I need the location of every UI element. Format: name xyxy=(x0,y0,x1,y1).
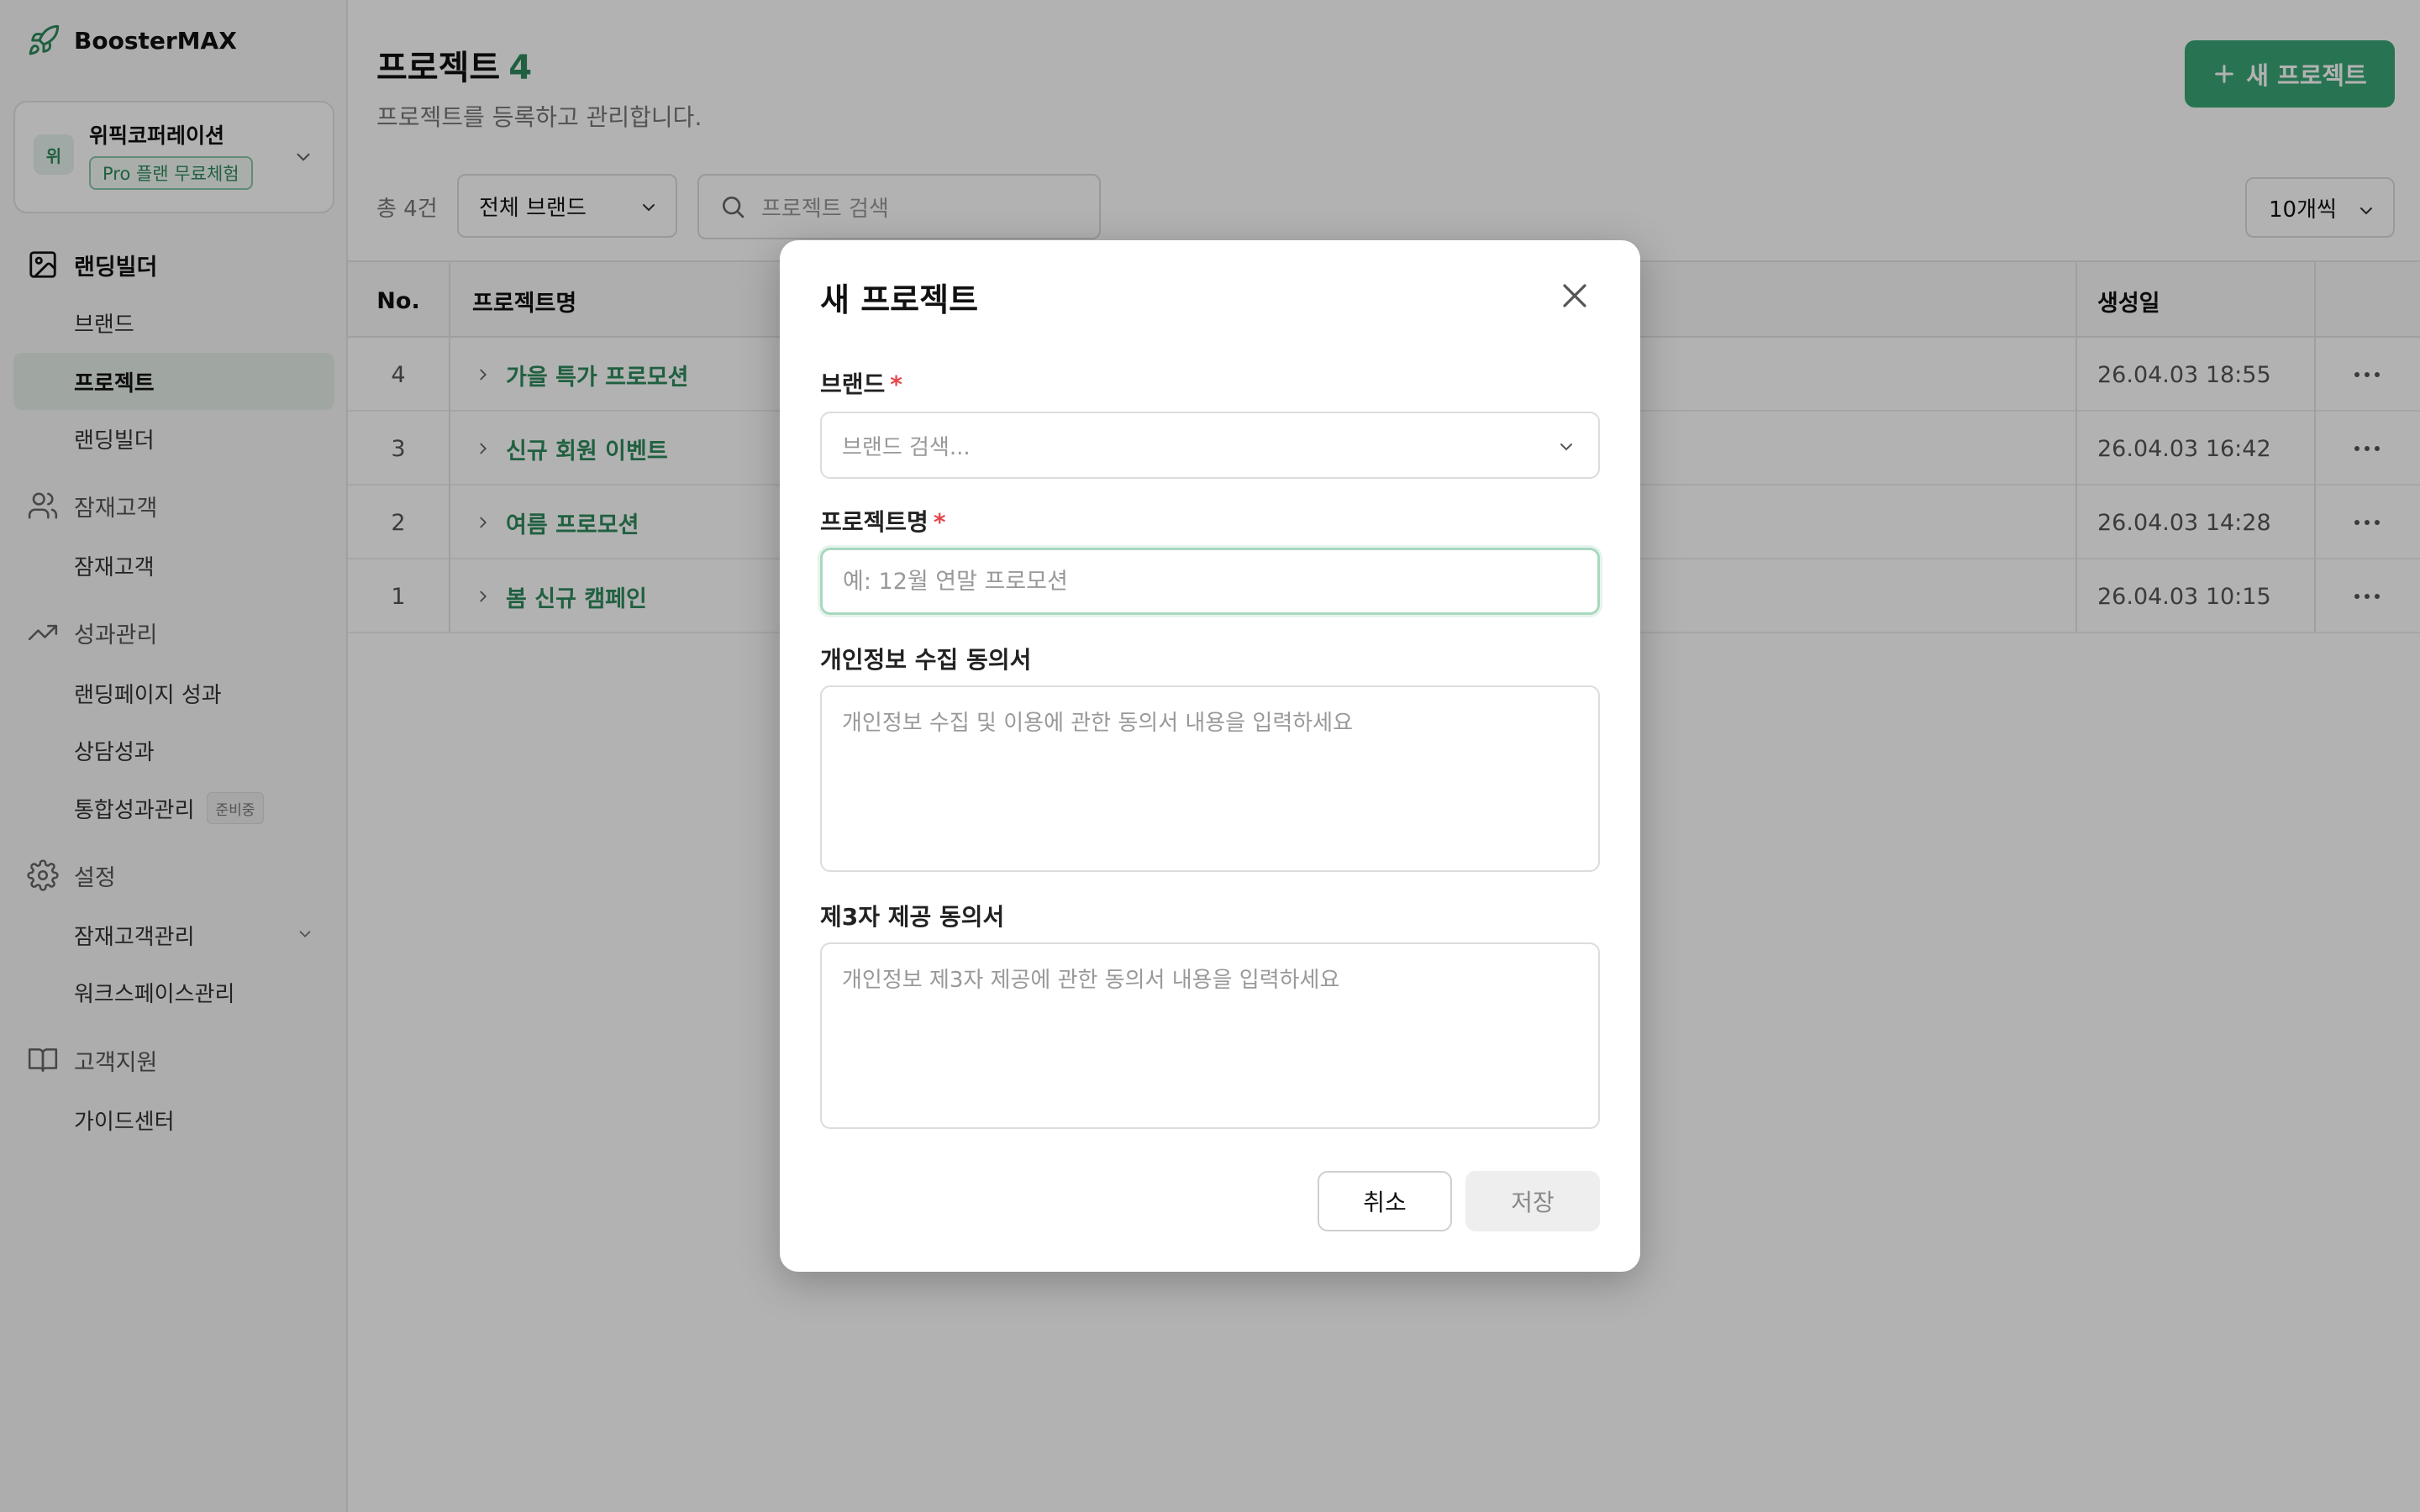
new-project-dialog: 새 프로젝트 브랜드* 브랜드 검색... 프로젝트명* 개인정보 수집 동의서… xyxy=(780,240,1640,1272)
brand-search-select[interactable]: 브랜드 검색... xyxy=(820,412,1600,479)
required-mark: * xyxy=(933,508,946,536)
brand-select-placeholder: 브랜드 검색... xyxy=(842,434,971,460)
brand-label-text: 브랜드 xyxy=(820,370,886,398)
cancel-button[interactable]: 취소 xyxy=(1318,1171,1452,1231)
required-mark: * xyxy=(890,370,902,398)
chevron-down-icon xyxy=(1560,444,1572,451)
third-party-consent-label: 제3자 제공 동의서 xyxy=(820,903,1005,931)
third-party-consent-textarea[interactable] xyxy=(820,942,1600,1129)
close-dialog-button[interactable] xyxy=(1555,276,1595,316)
privacy-consent-textarea[interactable] xyxy=(820,685,1600,872)
close-icon xyxy=(1563,284,1586,307)
project-name-field-label: 프로젝트명 * xyxy=(820,504,945,538)
project-name-input[interactable] xyxy=(820,548,1600,615)
privacy-consent-label: 개인정보 수집 동의서 xyxy=(820,646,1032,674)
dialog-title: 새 프로젝트 xyxy=(820,281,979,318)
project-label-text: 프로젝트명 xyxy=(820,508,929,536)
brand-field-label: 브랜드 * xyxy=(820,366,902,400)
save-button[interactable]: 저장 xyxy=(1465,1171,1600,1231)
